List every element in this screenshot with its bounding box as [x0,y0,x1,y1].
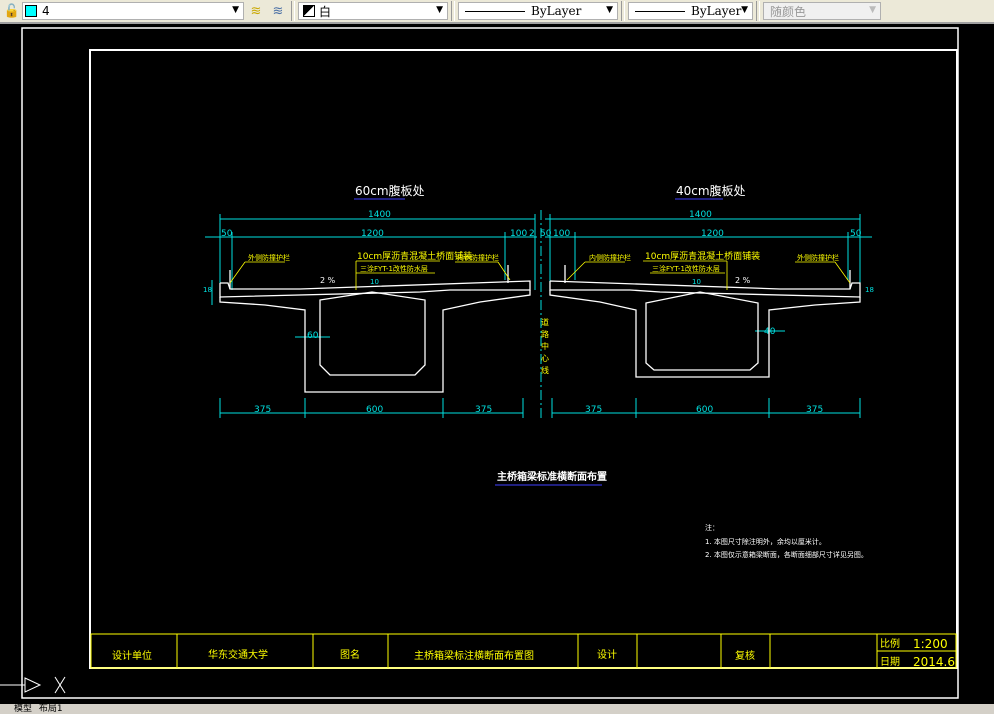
left-section-title: 60cm腹板处 [355,184,425,198]
label-paving: 10cm厚沥青混凝土桥面铺装 [645,250,760,262]
tab-model[interactable]: 模型 [14,704,32,714]
label-inner-barrier: 内侧防撞护栏 [589,253,631,262]
chevron-down-icon: ▼ [741,5,748,15]
lineweight-value: ByLayer [691,4,742,18]
dim-text: 2 [529,229,535,239]
right-section-title: 40cm腹板处 [676,184,746,198]
slope-left: 2 % [320,276,336,285]
dim-text: 50 [221,229,233,239]
label-outer-barrier: 外侧防撞护栏 [248,253,290,262]
checker-label: 复核 [735,649,755,662]
dim-text: 100 [510,229,527,239]
ucs-icon [0,676,66,694]
right-box-girder-section [549,265,861,378]
drawing-name-label: 图名 [340,648,360,661]
dim-text: 1200 [361,229,384,239]
dim-text: 1400 [368,210,391,220]
dim-text: 1200 [701,229,724,239]
tab-layout1[interactable]: 布局1 [39,704,63,714]
scale-label: 比例 [880,637,900,650]
dimension-texts: 1400 50 1200 100 2 60 18 10 375 600 375 … [203,210,874,415]
label-waterproof: 三涂FYT-1改性防水层 [652,264,720,273]
dim-text: 18 [865,286,874,294]
chevron-down-icon: ▼ [232,5,239,15]
notes: 注： 1. 本图尺寸除注明外，余均以厘米计。 2. 本图仅示意箱梁断面，各断面细… [705,523,868,559]
dim-text: 375 [475,405,492,415]
dim-text: 50 [540,229,552,239]
color-value: 白 [319,4,332,19]
separator [621,1,625,21]
title-block: 设计单位 华东交通大学 图名 主桥箱梁标注横断面布置图 设计 复核 比例 1:2… [112,637,955,669]
dim-text: 375 [585,405,602,415]
linetype-value: ByLayer [531,4,582,18]
slope-right: 2 % [735,276,751,285]
chevron-down-icon: ▼ [869,5,876,15]
color-swatch [303,5,315,17]
layer-value: 4 [42,4,50,18]
label-paving: 10cm厚沥青混凝土桥面铺装 [357,250,472,262]
date-value: 2014.6 [913,655,955,669]
line-sample [635,10,685,12]
drawing-name: 主桥箱梁标注横断面布置图 [414,649,534,662]
dim-text: 1400 [689,210,712,220]
layout-tabs: 模型 布局1 [0,704,994,714]
properties-toolbar: 🔓 4 ▼ ≋ ≋ 白 ▼ ByLayer ▼ ByLayer ▼ 随颜色 ▼ [0,0,994,24]
note-item: 1. 本图尺寸除注明外，余均以厘米计。 [705,537,826,546]
dim-text: 50 [850,229,862,239]
dim-text: 100 [553,229,570,239]
sheet-border [21,27,959,699]
note-item: 2. 本图仅示意箱梁断面，各断面细部尺寸详见另图。 [705,550,868,559]
layer-lock-icon: 🔓 [3,3,21,19]
layer-dropdown[interactable]: 4 ▼ [22,2,244,20]
drawing-canvas[interactable]: 60cm腹板处 40cm腹板处 1400 50 1200 100 2 60 18… [0,24,994,704]
dim-text: 18 [203,286,212,294]
layer-previous-icon[interactable]: ≋ [268,2,288,20]
color-dropdown[interactable]: 白 ▼ [298,2,448,20]
label-outer-barrier: 外侧防撞护栏 [797,253,839,262]
linetype-dropdown[interactable]: ByLayer ▼ [458,2,618,20]
scale-value: 1:200 [913,637,948,651]
dim-text: 600 [696,405,713,415]
designer-label: 设计 [597,648,617,661]
dim-text: 600 [366,405,383,415]
dim-text: 40 [764,327,776,337]
label-waterproof: 三涂FYT-1改性防水层 [360,264,428,273]
drawing-frame [89,49,958,669]
design-unit-label: 设计单位 [112,649,152,662]
layer-color-swatch [25,5,37,17]
plotstyle-dropdown[interactable]: 随颜色 ▼ [763,2,881,20]
make-current-layer-icon[interactable]: ≋ [246,2,266,20]
dim-text: 10 [692,278,701,286]
lineweight-dropdown[interactable]: ByLayer ▼ [628,2,753,20]
plotstyle-value: 随颜色 [770,4,807,19]
chevron-down-icon: ▼ [436,5,443,15]
dim-text: 10 [370,278,379,286]
separator [291,1,295,21]
line-sample [465,10,525,12]
dim-text: 60 [307,331,319,341]
design-unit: 华东交通大学 [208,648,268,661]
separator [756,1,760,21]
annotation-labels: 外侧防撞护栏 内侧防撞护栏 10cm厚沥青混凝土桥面铺装 三涂FYT-1改性防水… [248,250,839,378]
centerline-label: 道路中心线 [541,317,550,378]
dim-text: 375 [806,405,823,415]
notes-heading: 注： [705,523,719,532]
date-label: 日期 [880,656,900,668]
separator [451,1,455,21]
dim-text: 375 [254,405,271,415]
chevron-down-icon: ▼ [606,5,613,15]
drawing-title: 主桥箱梁标准横断面布置 [497,470,607,483]
